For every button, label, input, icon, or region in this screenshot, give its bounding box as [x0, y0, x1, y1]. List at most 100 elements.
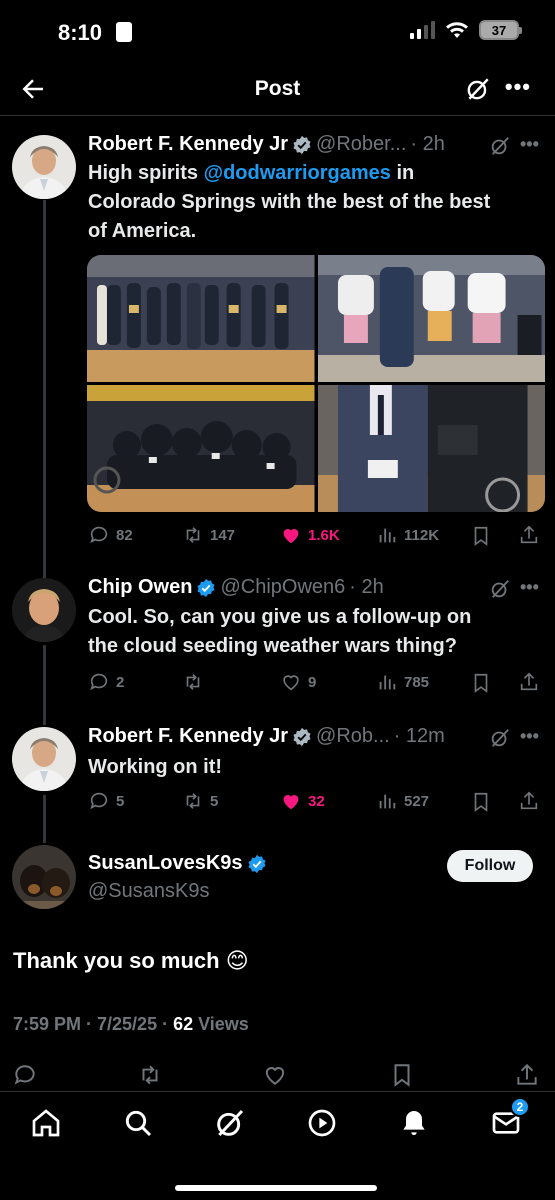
like-button[interactable]: 9 [280, 671, 316, 693]
bookmark-icon[interactable] [389, 1062, 415, 1088]
repost-button[interactable]: 5 [182, 790, 218, 812]
more-options-icon[interactable]: ••• [520, 134, 539, 155]
focus-post-text: Thank you so much 😊 [13, 948, 249, 973]
cellular-signal-icon [410, 21, 435, 39]
mention-link[interactable]: @dodwarriorgames [204, 162, 391, 184]
focus-author-row: SusanLovesK9s [88, 852, 267, 875]
views-button[interactable]: 527 [376, 790, 429, 812]
grok-icon[interactable] [489, 578, 511, 600]
author-name[interactable]: Robert F. Kennedy Jr [88, 725, 288, 748]
bookmark-icon[interactable] [470, 672, 492, 694]
post-time: · 12m [393, 725, 445, 747]
author-handle: @Rober... [316, 133, 407, 155]
avatar[interactable] [12, 578, 76, 642]
post-text: Cool. So, can you give us a follow-up on… [88, 606, 472, 657]
home-icon[interactable] [30, 1107, 62, 1139]
like-button[interactable]: 32 [280, 790, 325, 812]
repost-icon[interactable] [137, 1062, 163, 1088]
status-bar: 8:10 37 [0, 0, 555, 64]
repost-icon [186, 674, 200, 690]
views-icon [379, 675, 396, 690]
verified-badge-icon [293, 727, 311, 746]
reply-icon[interactable] [12, 1062, 38, 1088]
messages-tab[interactable]: 2 [490, 1097, 530, 1139]
reply-icon [90, 673, 108, 691]
verified-badge-icon [197, 578, 215, 597]
author-handle: @SusansK9s [88, 880, 210, 902]
author-name[interactable]: Robert F. Kennedy Jr [88, 133, 288, 156]
id-card-icon [116, 22, 132, 42]
avatar[interactable] [12, 845, 76, 909]
post-author-row: Robert F. Kennedy Jr @Rob... · 12m [88, 725, 445, 748]
bottom-tab-bar: 2 [0, 1093, 555, 1200]
post-meta: 7:59 PM · 7/25/25 · 62 Views [13, 1014, 249, 1035]
author-handle: @ChipOwen6 [220, 576, 346, 598]
like-button[interactable]: 1.6K [280, 524, 340, 546]
post-time: · 2h [410, 133, 445, 155]
grok-tab-icon[interactable] [214, 1107, 246, 1139]
thread-connector [43, 645, 46, 725]
reply-icon [90, 526, 108, 544]
share-icon[interactable] [518, 524, 540, 546]
grok-icon[interactable] [489, 727, 511, 749]
post-header: Post ••• [0, 64, 555, 116]
follow-button[interactable]: Follow [447, 850, 533, 882]
home-indicator [175, 1185, 377, 1191]
video-play-icon[interactable] [306, 1107, 338, 1139]
focus-action-bar [0, 1058, 555, 1092]
battery-indicator: 37 [479, 20, 522, 40]
post-timestamp: 7:59 PM · 7/25/25 · [13, 1014, 174, 1034]
more-options-icon[interactable]: ••• [520, 577, 539, 598]
views-button[interactable]: 112K [376, 524, 439, 546]
reply-button[interactable]: 82 [88, 524, 133, 546]
views-label: Views [193, 1014, 249, 1034]
bookmark-icon[interactable] [470, 791, 492, 813]
repost-icon [186, 527, 200, 543]
post-author-row: Robert F. Kennedy Jr @Rober... · 2h [88, 133, 445, 156]
avatar[interactable] [12, 727, 76, 791]
search-icon[interactable] [122, 1107, 154, 1139]
author-handle: @Rob... [316, 725, 390, 747]
verified-badge-icon [248, 854, 266, 873]
media-grid[interactable] [87, 255, 545, 512]
repost-button[interactable]: 147 [182, 524, 235, 546]
share-icon[interactable] [518, 671, 540, 693]
photo-handshake[interactable] [317, 385, 545, 512]
views-button[interactable]: 785 [376, 671, 429, 693]
photo-celebration[interactable] [87, 385, 315, 512]
repost-icon [186, 793, 200, 809]
grok-icon[interactable] [465, 76, 491, 102]
post-time: · 2h [349, 576, 384, 598]
wifi-icon [446, 22, 468, 38]
verified-badge-icon [293, 135, 311, 154]
share-icon[interactable] [514, 1062, 540, 1088]
photo-team-group[interactable] [87, 255, 315, 382]
more-options-icon[interactable]: ••• [520, 726, 539, 747]
author-name[interactable]: SusanLovesK9s [88, 852, 243, 875]
repost-button[interactable] [182, 671, 210, 693]
share-icon[interactable] [518, 790, 540, 812]
reply-icon [90, 792, 108, 810]
status-indicators: 37 [410, 20, 522, 40]
reply-button[interactable]: 2 [88, 671, 124, 693]
post-author-row: Chip Owen @ChipOwen6 · 2h [88, 576, 384, 599]
heart-icon[interactable] [262, 1062, 288, 1088]
unread-badge: 2 [510, 1097, 530, 1117]
more-options-icon[interactable]: ••• [505, 74, 531, 100]
thread-connector [43, 200, 46, 580]
photo-court-side[interactable] [317, 255, 545, 382]
views-icon [379, 794, 396, 809]
avatar[interactable] [12, 135, 76, 199]
author-name[interactable]: Chip Owen [88, 576, 192, 599]
reply-button[interactable]: 5 [88, 790, 124, 812]
views-count[interactable]: 62 [173, 1014, 193, 1034]
post-text: Working on it! [88, 756, 223, 778]
heart-filled-icon [283, 529, 299, 544]
heart-icon [283, 675, 299, 691]
bookmark-icon[interactable] [470, 525, 492, 547]
notifications-bell-icon[interactable] [398, 1107, 430, 1139]
status-time: 8:10 [58, 20, 103, 45]
post-text: High spirits @dodwarriorgames in Colorad… [88, 162, 491, 242]
thread-connector [43, 795, 46, 843]
grok-icon[interactable] [489, 135, 511, 157]
